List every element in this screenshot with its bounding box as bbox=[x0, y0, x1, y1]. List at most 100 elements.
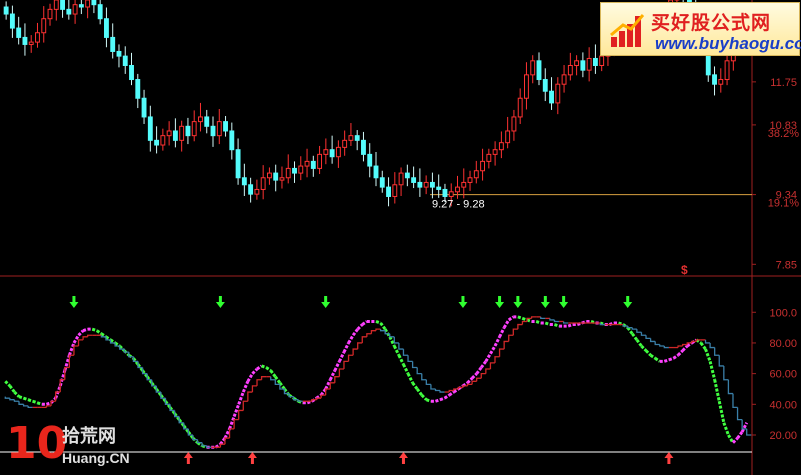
candle-down bbox=[60, 0, 65, 10]
d-step-rising bbox=[521, 320, 528, 325]
candle-up bbox=[198, 116, 203, 123]
percent-tick-label: 19.1% bbox=[768, 198, 799, 210]
k-segment-rising bbox=[475, 366, 483, 375]
k-segment-rising bbox=[333, 360, 341, 372]
candle-down bbox=[223, 121, 228, 132]
d-step-falling bbox=[659, 344, 665, 347]
price-annotation: 9.27 - 9.28 bbox=[432, 198, 485, 210]
d-step-falling bbox=[636, 329, 642, 333]
candle-up bbox=[555, 83, 561, 104]
price-tick-label: 11.75 bbox=[770, 77, 797, 89]
candle-up bbox=[53, 0, 59, 10]
k-segment-falling bbox=[420, 394, 428, 401]
candle-up bbox=[511, 116, 517, 132]
candle-up bbox=[599, 55, 605, 66]
candle-down bbox=[141, 97, 147, 118]
k-segment-falling bbox=[654, 357, 661, 363]
candle-up bbox=[498, 142, 504, 151]
arrow-shape bbox=[321, 296, 331, 308]
k-segment-falling bbox=[375, 320, 382, 325]
d-step-falling bbox=[407, 355, 413, 363]
candle-up bbox=[72, 4, 78, 15]
d-step-rising bbox=[677, 345, 683, 348]
red-up-arrow-icon bbox=[183, 452, 193, 464]
candle-down bbox=[154, 139, 160, 146]
d-step-rising bbox=[233, 419, 239, 429]
d-step-falling bbox=[746, 428, 752, 436]
d-step-falling bbox=[714, 347, 720, 356]
candle-down bbox=[248, 184, 254, 195]
arrow-shape bbox=[69, 296, 79, 308]
d-step-rising bbox=[238, 409, 244, 420]
candle-up bbox=[216, 121, 222, 137]
candle-up bbox=[530, 60, 536, 76]
d-step-rising bbox=[476, 377, 482, 382]
d-step-falling bbox=[649, 338, 656, 343]
k-segment-falling bbox=[8, 385, 16, 393]
k-segment-rising bbox=[736, 431, 744, 439]
k-segment-rising bbox=[338, 351, 346, 363]
d-step-falling bbox=[439, 390, 445, 393]
candle-up bbox=[718, 79, 724, 85]
dollar-marker: $ bbox=[681, 263, 688, 277]
watermark-title: 买好股公式网 bbox=[651, 12, 772, 34]
d-step-falling bbox=[704, 339, 711, 344]
candle-down bbox=[9, 13, 15, 29]
d-step-falling bbox=[411, 361, 418, 369]
d-step-falling bbox=[645, 335, 651, 339]
candle-down bbox=[379, 177, 385, 188]
candle-down bbox=[354, 135, 360, 141]
d-step-falling bbox=[9, 398, 15, 401]
d-step-rising bbox=[375, 328, 381, 331]
candle-down bbox=[129, 64, 134, 81]
d-step-rising bbox=[370, 330, 376, 334]
d-step-falling bbox=[631, 327, 637, 330]
arrow-shape bbox=[183, 452, 193, 464]
d-step-rising bbox=[517, 323, 523, 330]
candle-down bbox=[66, 8, 72, 15]
k-segment-falling bbox=[388, 336, 396, 347]
k-segment-falling bbox=[535, 320, 542, 325]
candle-down bbox=[373, 165, 379, 179]
d-step-falling bbox=[553, 319, 560, 323]
candle-up bbox=[480, 160, 486, 172]
arrow-shape bbox=[458, 296, 468, 308]
d-step-rising bbox=[219, 443, 225, 448]
arrow-shape bbox=[623, 296, 633, 308]
candle-down bbox=[273, 172, 279, 181]
indicator-tick-label: 60.00 bbox=[769, 369, 797, 381]
d-step-rising bbox=[361, 336, 367, 343]
candle-up bbox=[423, 181, 429, 188]
candle-down bbox=[536, 60, 542, 81]
candle-up bbox=[191, 121, 197, 137]
candle-down bbox=[404, 172, 410, 179]
k-segment-rising bbox=[493, 336, 501, 347]
k-segment-rising bbox=[740, 422, 749, 433]
candle-down bbox=[580, 60, 586, 71]
green-down-arrow-icon bbox=[495, 296, 505, 308]
green-down-arrow-icon bbox=[321, 296, 331, 308]
d-step-rising bbox=[338, 368, 344, 377]
d-step-falling bbox=[709, 342, 715, 349]
green-down-arrow-icon bbox=[458, 296, 468, 308]
candle-up bbox=[561, 74, 567, 85]
d-step-rising bbox=[498, 348, 505, 357]
k-segment-rising bbox=[351, 328, 359, 337]
candle-up bbox=[179, 125, 185, 141]
green-down-arrow-icon bbox=[540, 296, 550, 308]
k-segment-rising bbox=[484, 352, 492, 363]
d-step-falling bbox=[22, 404, 29, 407]
candle-down bbox=[185, 125, 191, 137]
d-step-rising bbox=[530, 316, 537, 319]
d-step-falling bbox=[4, 396, 10, 399]
candle-up bbox=[392, 184, 398, 197]
k-segment-falling bbox=[635, 338, 643, 347]
candle-up bbox=[335, 146, 341, 158]
candle-down bbox=[235, 149, 241, 179]
candle-down bbox=[411, 177, 417, 183]
d-step-rising bbox=[45, 405, 52, 408]
d-step-falling bbox=[430, 384, 436, 390]
watermark-number: 10 bbox=[6, 418, 68, 469]
d-step-falling bbox=[389, 333, 395, 338]
d-step-falling bbox=[421, 373, 427, 381]
